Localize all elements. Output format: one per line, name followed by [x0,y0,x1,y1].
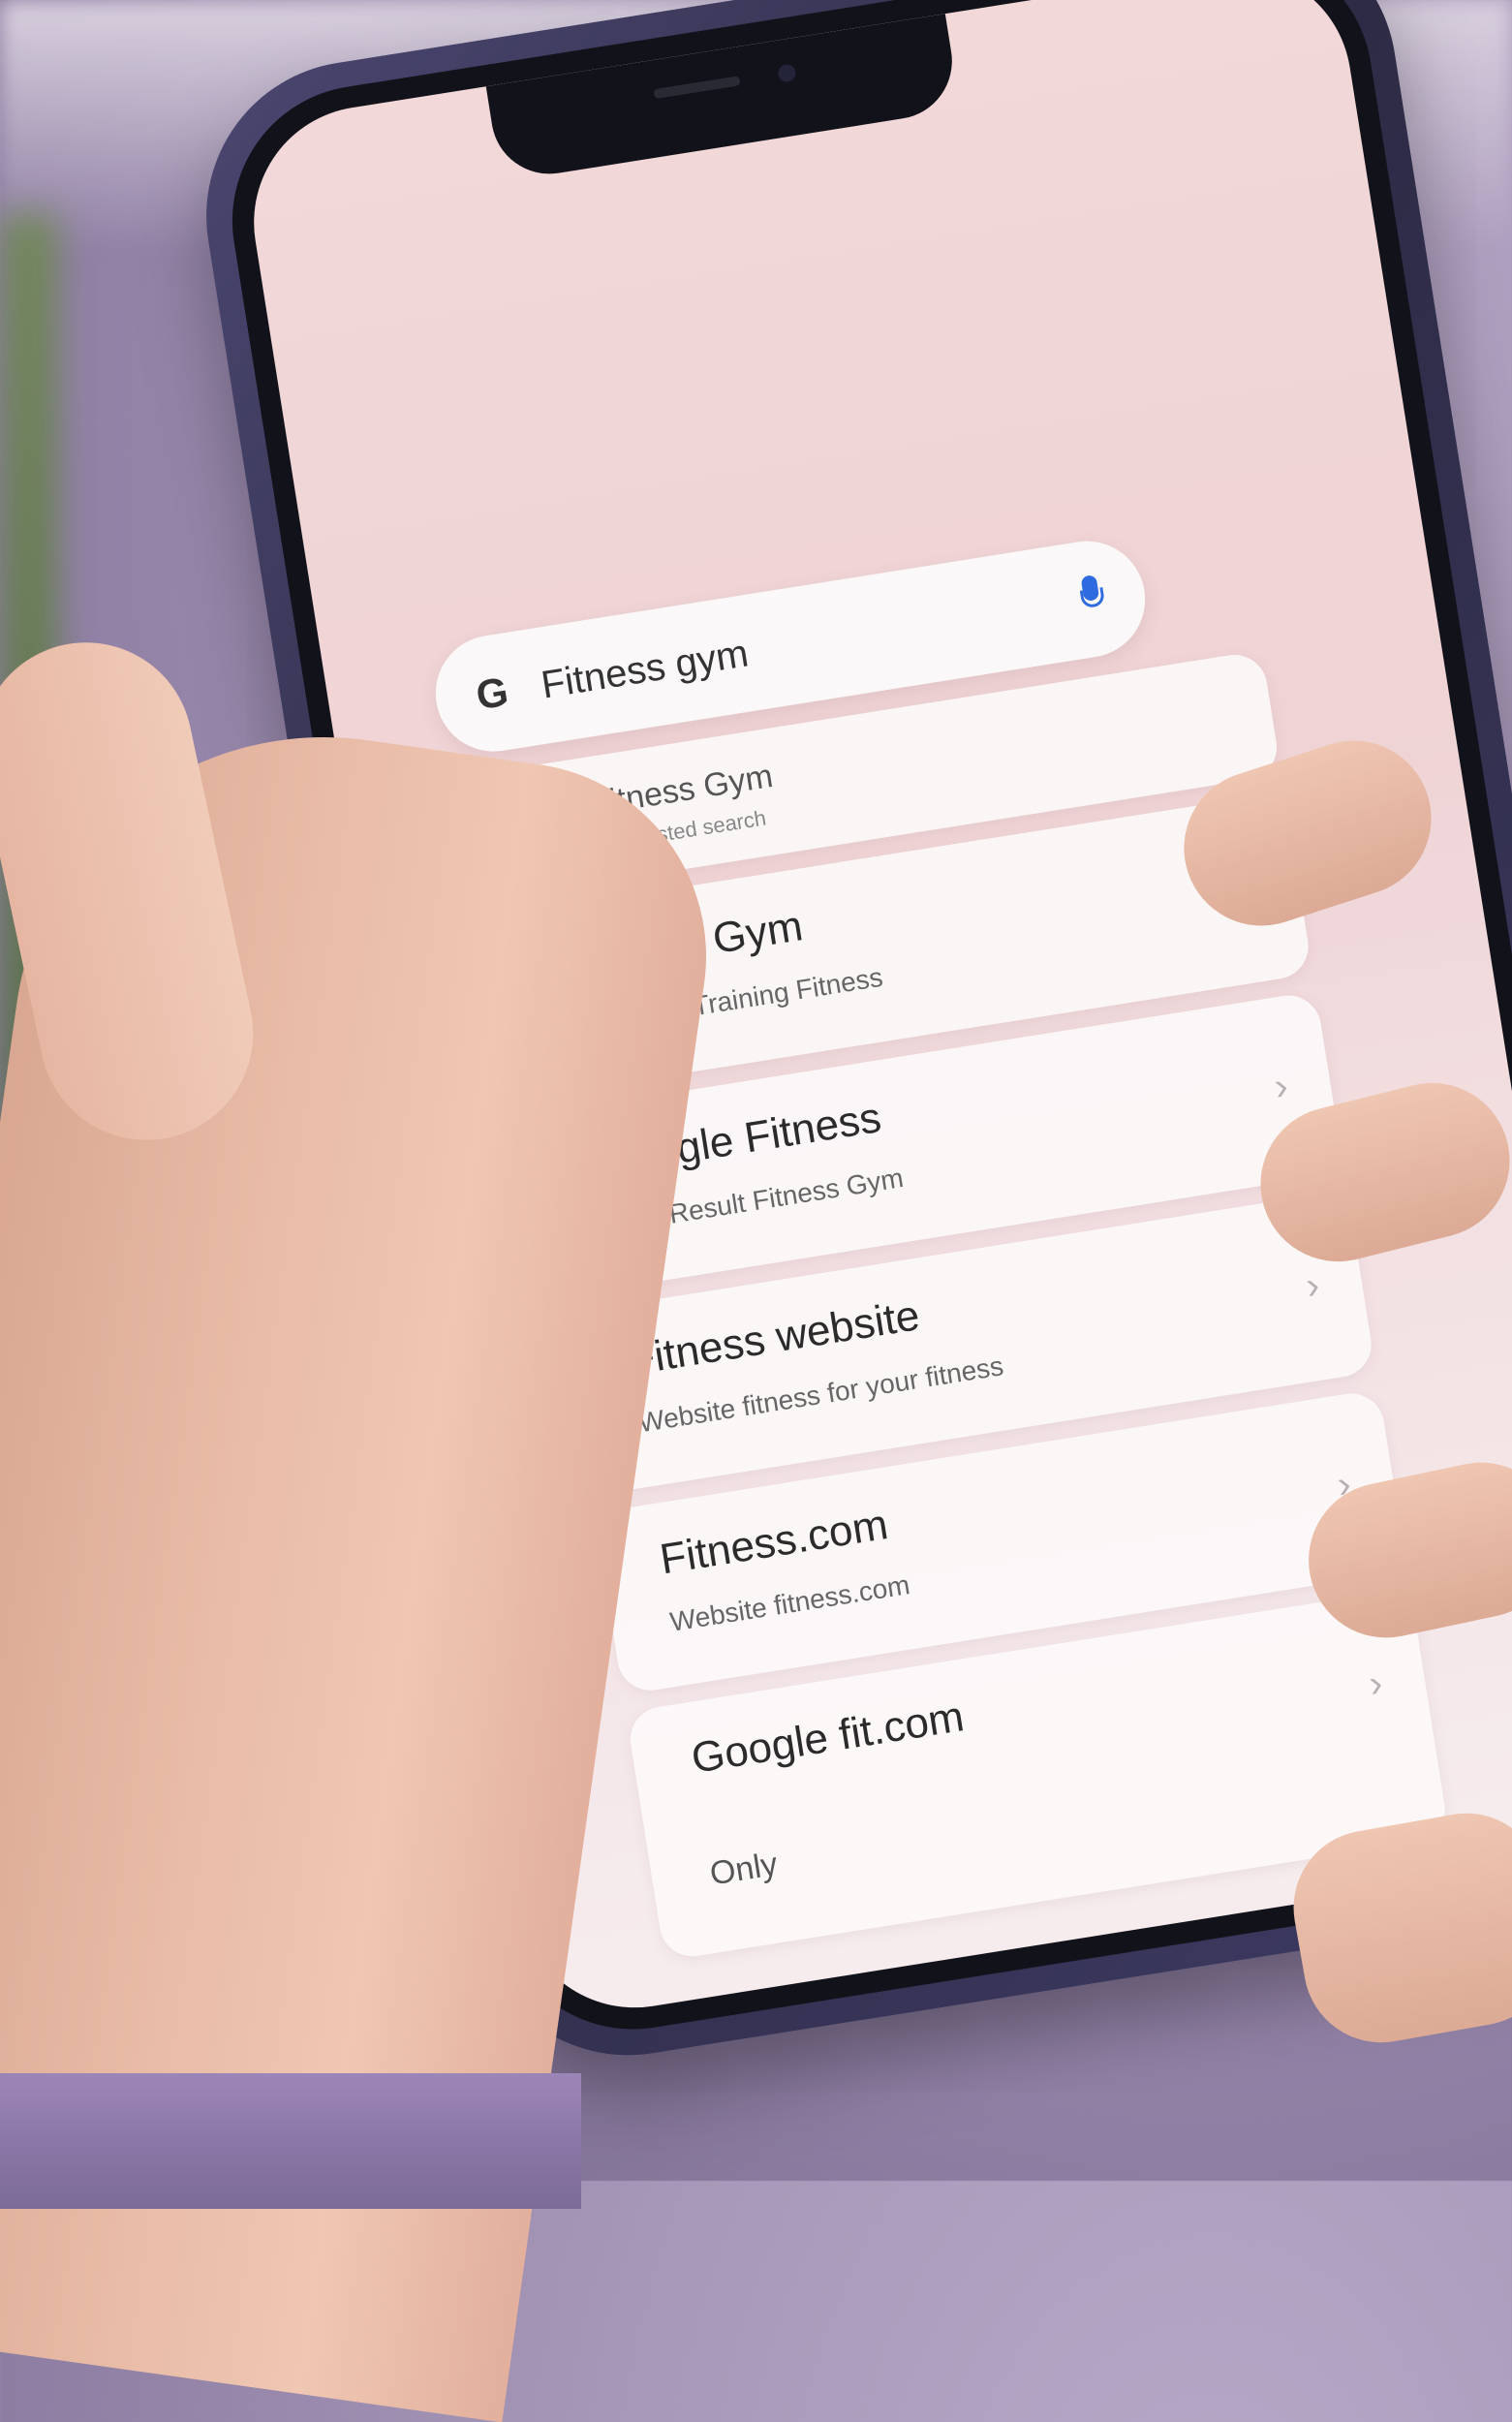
speaker [653,76,741,100]
suggestion-title: Google fit.com [688,1692,968,1783]
notch [485,14,961,182]
mic-icon[interactable] [1078,574,1106,611]
chevron-right-icon: › [1366,1661,1386,1706]
search-input[interactable]: Fitness gym [539,632,752,707]
camera [777,63,797,83]
chevron-right-icon: › [1271,1064,1291,1109]
chevron-right-icon: › [1303,1263,1323,1308]
suggestion-title: Fitness.com [657,1500,891,1584]
google-logo-icon: G [473,668,511,719]
suggestion-subtitle: Website fitness.com [667,1569,912,1637]
sleeve [0,2073,581,2209]
suggestion-subtitle: Only [707,1846,781,1893]
